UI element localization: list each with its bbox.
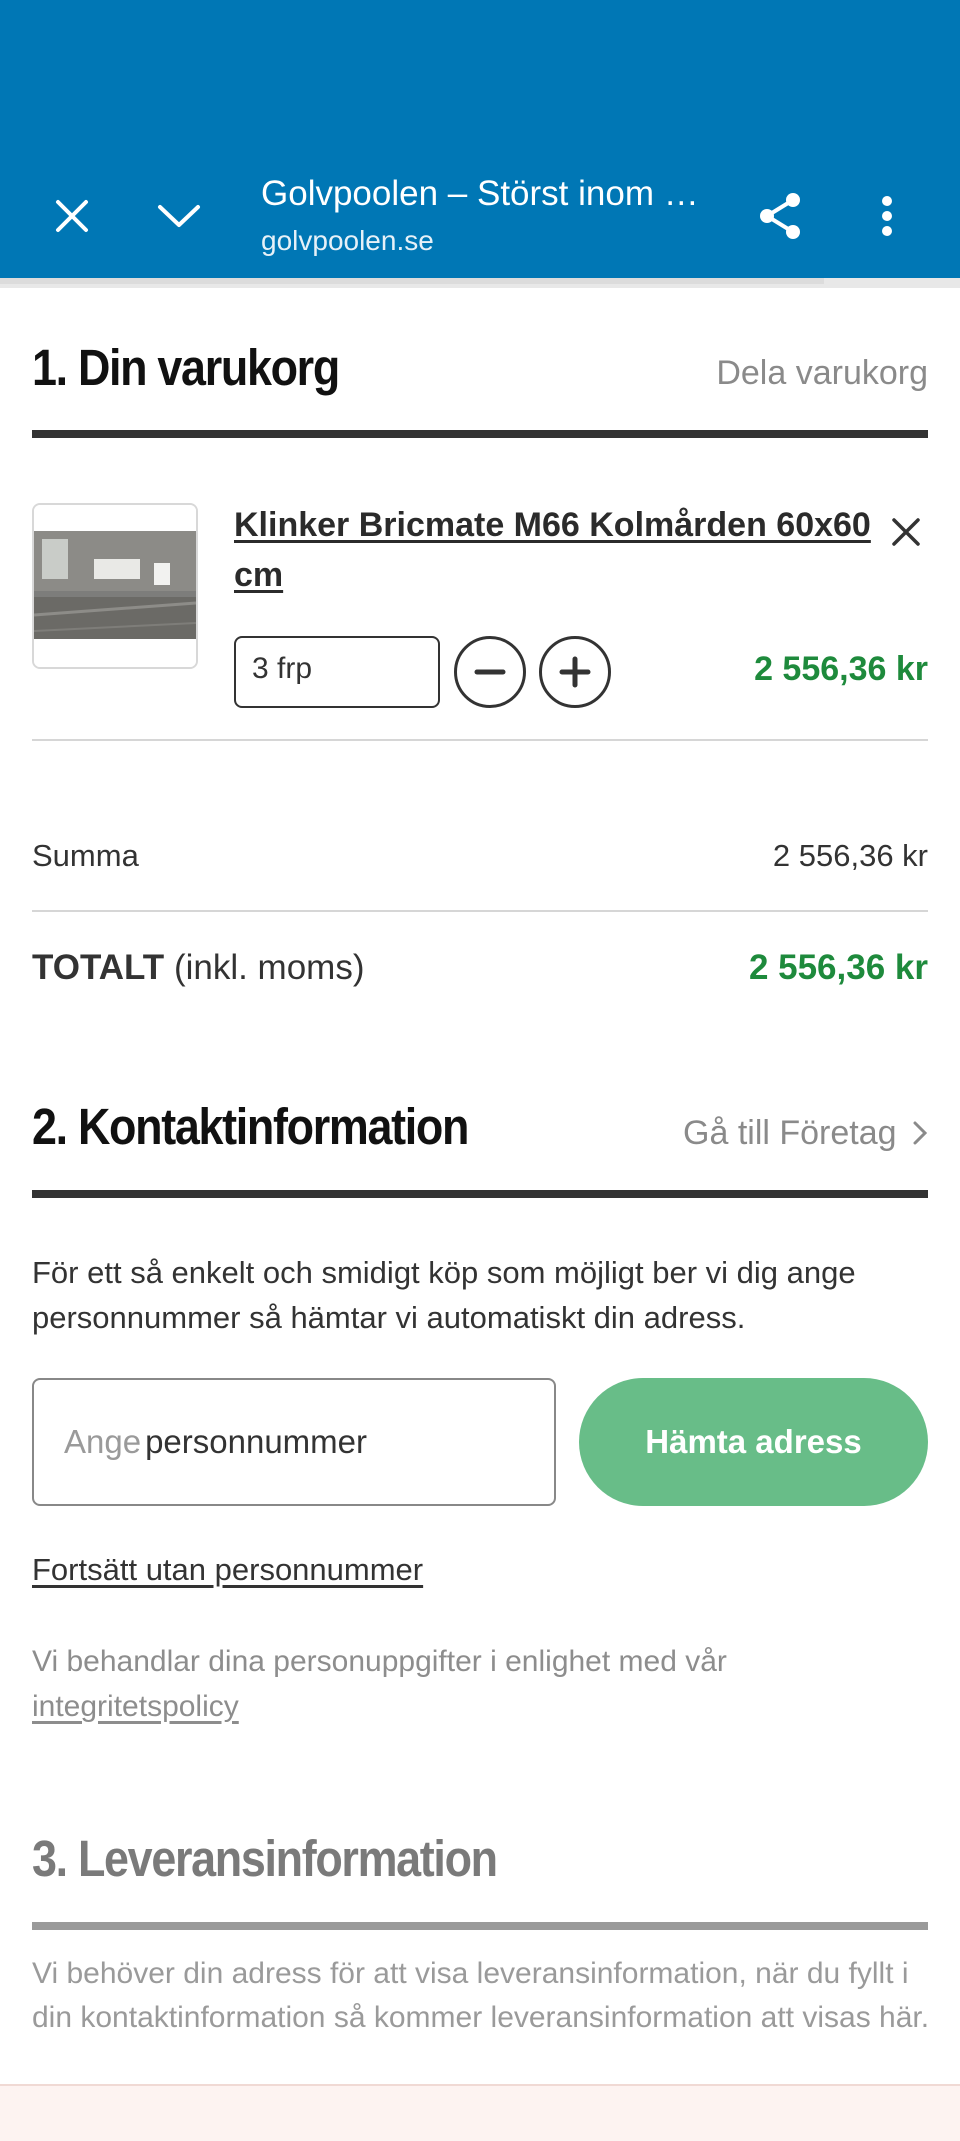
cart-heading: 1. Din varukorg — [32, 339, 340, 396]
total-label: TOTALT (inkl. moms) — [32, 948, 365, 988]
increase-quantity-button[interactable] — [539, 636, 611, 708]
privacy-policy-link[interactable]: integritetspolicy — [32, 1690, 239, 1723]
share-icon — [760, 193, 800, 239]
more-vert-icon — [882, 196, 892, 236]
share-button[interactable] — [746, 182, 814, 250]
section-divider — [32, 1922, 928, 1930]
bottom-banner — [0, 2084, 960, 2141]
subtotal-value: 2 556,36 kr — [772, 838, 928, 873]
minimize-button[interactable] — [145, 182, 213, 250]
browser-toolbar: Golvpoolen – Störst inom … golvpoolen.se — [0, 0, 960, 278]
privacy-prefix: Vi behandlar dina personuppgifter i enli… — [32, 1645, 727, 1678]
plus-icon — [559, 656, 591, 688]
subtotal-label: Summa — [32, 838, 139, 873]
page-load-progress — [0, 278, 960, 288]
fetch-address-button[interactable]: Hämta adress — [579, 1378, 928, 1506]
summary-divider — [32, 910, 928, 912]
section-divider — [32, 1190, 928, 1198]
decrease-quantity-button[interactable] — [454, 636, 526, 708]
share-cart-link[interactable]: Dela varukorg — [716, 354, 928, 393]
item-price: 2 556,36 kr — [754, 650, 928, 688]
personnummer-value: personnummer — [145, 1423, 368, 1460]
total-label-strong: TOTALT — [32, 948, 165, 987]
minus-icon — [474, 669, 506, 675]
personnummer-placeholder: Ange — [64, 1423, 142, 1460]
contact-intro: För ett så enkelt och smidigt köp som mö… — [32, 1255, 856, 1335]
continue-without-personnummer-link[interactable]: Fortsätt utan personnummer — [32, 1552, 423, 1588]
close-tab-button[interactable] — [38, 182, 106, 250]
item-divider — [32, 739, 928, 741]
go-to-company-link[interactable]: Gå till Företag — [683, 1114, 928, 1153]
more-options-button[interactable] — [853, 182, 921, 250]
section-divider — [32, 430, 928, 438]
chevron-down-icon — [158, 205, 200, 227]
quantity-input[interactable]: 3 frp — [234, 636, 440, 708]
product-name-link[interactable]: Klinker Bricmate M66 Kolmården 60x60 cm — [234, 500, 874, 600]
remove-item-button[interactable] — [884, 510, 928, 554]
total-label-suffix: (inkl. moms) — [173, 948, 365, 987]
remove-icon — [892, 518, 920, 546]
page-url[interactable]: golvpoolen.se — [261, 225, 434, 257]
product-image[interactable] — [32, 503, 198, 669]
total-value: 2 556,36 kr — [748, 948, 928, 987]
contact-heading: 2. Kontaktinformation — [32, 1098, 469, 1155]
page-title: Golvpoolen – Störst inom … — [261, 174, 699, 213]
close-icon — [56, 200, 88, 232]
personnummer-input[interactable]: Ange personnummer — [32, 1378, 556, 1506]
delivery-heading: 3. Leveransinformation — [32, 1830, 498, 1887]
go-to-company-label: Gå till Företag — [683, 1114, 897, 1152]
delivery-info-text: Vi behöver din adress för att visa lever… — [32, 1957, 930, 2034]
chevron-right-icon — [913, 1121, 928, 1145]
privacy-notice: Vi behandlar dina personuppgifter i enli… — [32, 1639, 928, 1729]
